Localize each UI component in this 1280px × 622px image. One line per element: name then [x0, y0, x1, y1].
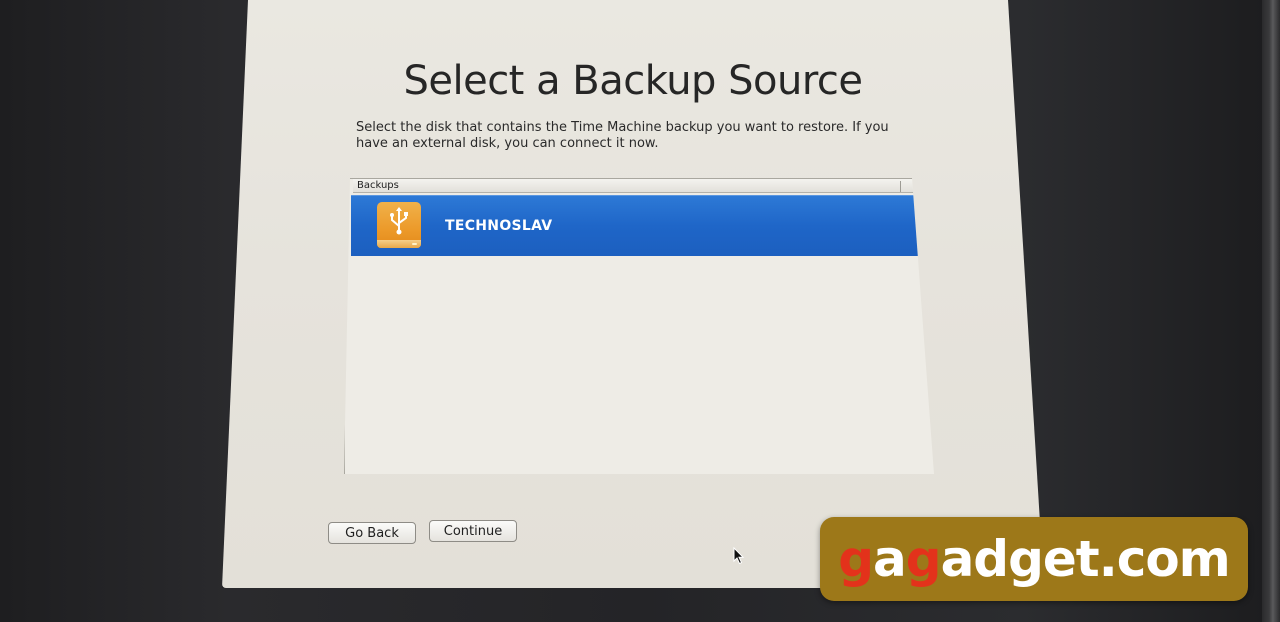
watermark-letter-a: a — [873, 530, 907, 588]
list-item[interactable]: TECHNOSLAV — [351, 195, 921, 256]
usb-symbol-icon — [390, 207, 408, 235]
watermark-letter-g2: g — [905, 530, 942, 588]
usb-drive-icon — [373, 198, 425, 254]
column-divider — [900, 181, 901, 192]
column-header-backups: Backups — [357, 180, 399, 191]
restore-dialog: Select a Backup Source Select the disk t… — [222, 0, 1044, 588]
backups-list[interactable]: Backups TECHNOSLAV — [344, 178, 934, 474]
drive-name: TECHNOSLAV — [445, 218, 553, 234]
watermark-logo: g a g adget.com — [820, 517, 1248, 601]
monitor-bezel — [1262, 0, 1280, 622]
list-column-header[interactable]: Backups — [353, 179, 915, 193]
instructions-text: Select the disk that contains the Time M… — [356, 120, 889, 151]
watermark-rest: adget.com — [940, 530, 1231, 588]
watermark-letter-g1: g — [838, 530, 874, 588]
go-back-button[interactable]: Go Back — [328, 522, 416, 544]
continue-button[interactable]: Continue — [429, 520, 517, 542]
page-title: Select a Backup Source — [403, 58, 863, 104]
mouse-pointer-icon — [733, 547, 745, 565]
